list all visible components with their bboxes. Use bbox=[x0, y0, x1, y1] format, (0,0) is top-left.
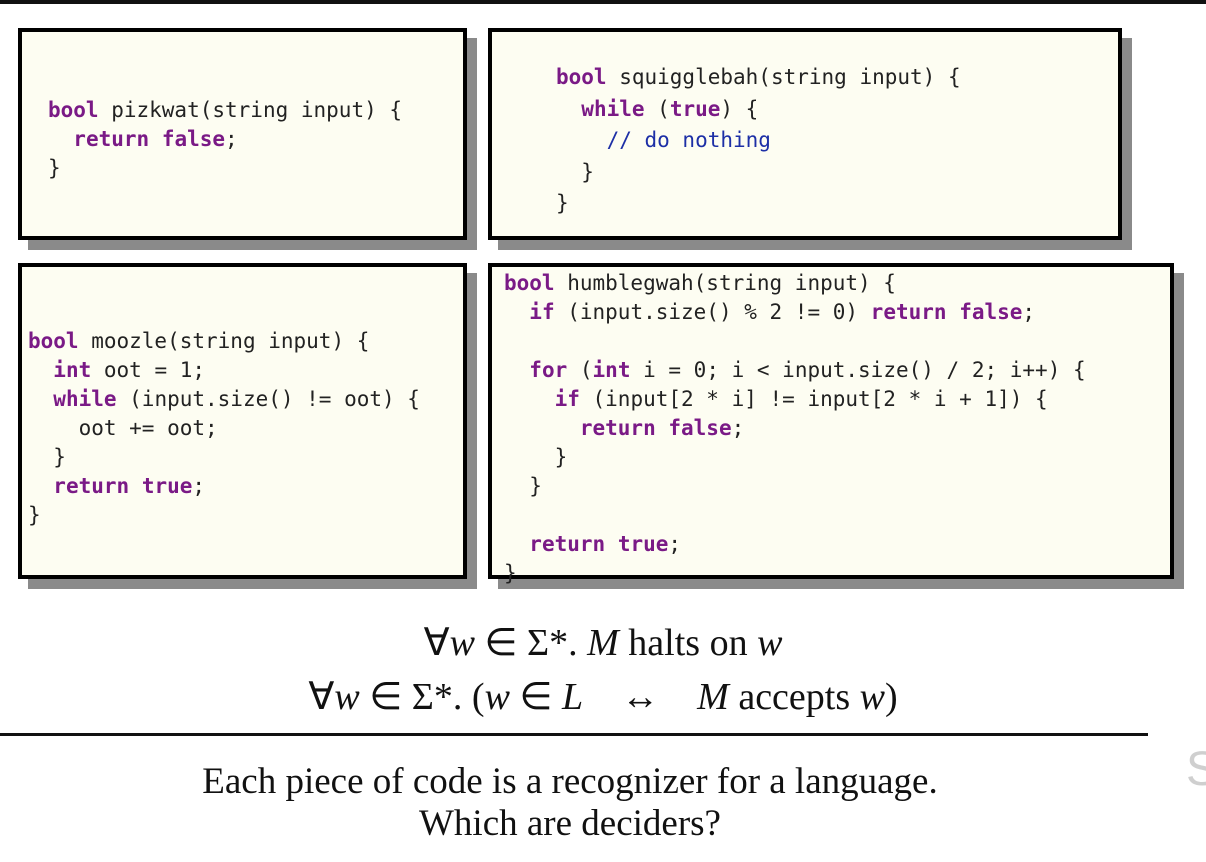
code-text: } bbox=[556, 159, 594, 184]
code-keyword: return bbox=[529, 532, 606, 556]
formula-halts: ∀w ∈ Σ*. M halts on w bbox=[0, 620, 1206, 665]
code-keyword: return bbox=[73, 127, 150, 151]
code-keyword: false bbox=[959, 300, 1023, 324]
code-text: } bbox=[556, 191, 569, 215]
math-variable: M bbox=[697, 676, 729, 718]
code-text: ( bbox=[567, 358, 593, 382]
math-text: halts on bbox=[618, 622, 758, 664]
code-box-moozle: bool moozle(string input) { int oot = 1;… bbox=[18, 263, 467, 579]
code-squigglebah: bool squigglebah(string input) { while (… bbox=[556, 62, 961, 220]
code-text: i = 0; i < input.size() / 2; i++) { bbox=[630, 358, 1086, 382]
math-variable: w bbox=[334, 676, 360, 718]
code-keyword: bool bbox=[28, 329, 79, 353]
code-keyword: return bbox=[53, 474, 130, 498]
code-box-pizkwat: bool pizkwat(string input) { return fals… bbox=[18, 28, 467, 240]
code-keyword: return bbox=[870, 300, 947, 324]
code-keyword: bool bbox=[504, 271, 555, 295]
math-variable: w bbox=[859, 676, 885, 718]
code-text: ( bbox=[644, 96, 670, 121]
code-text: } bbox=[28, 503, 41, 527]
math-text: ) bbox=[885, 676, 898, 718]
math-text: ∈ Σ*. ( bbox=[359, 676, 485, 718]
code-text: (input.size() % 2 != 0) bbox=[554, 300, 871, 324]
code-box-squigglebah: bool squigglebah(string input) { while (… bbox=[488, 28, 1122, 240]
math-text: ∈ Σ*. bbox=[474, 622, 588, 664]
math-variable: M bbox=[587, 622, 619, 664]
code-text: } bbox=[28, 445, 66, 469]
code-text: (input.size() != oot) { bbox=[116, 387, 420, 411]
code-text: } bbox=[48, 156, 61, 180]
math-variable: L bbox=[562, 676, 584, 718]
code-comment: // do nothing bbox=[606, 128, 771, 152]
math-text: accepts bbox=[728, 676, 860, 718]
code-text: ; bbox=[1022, 300, 1036, 324]
math-text: ∈ bbox=[509, 676, 563, 718]
code-keyword: true bbox=[617, 532, 669, 556]
code-keyword: true bbox=[141, 474, 193, 498]
code-keyword: bool bbox=[48, 98, 99, 122]
code-text: pizkwat(string input) { bbox=[98, 98, 403, 122]
code-text: oot = 1; bbox=[91, 358, 206, 382]
code-text: moozle(string input) { bbox=[78, 329, 370, 353]
math-text: ↔ bbox=[583, 676, 698, 718]
code-text: ; bbox=[225, 127, 238, 151]
top-border-line bbox=[0, 0, 1206, 4]
math-text: ∀ bbox=[308, 676, 335, 718]
math-variable: w bbox=[757, 622, 783, 664]
code-text: (input[2 * i] != input[2 * i + 1]) { bbox=[579, 387, 1048, 411]
code-keyword: false bbox=[161, 127, 226, 151]
code-text: ; bbox=[668, 532, 682, 556]
caption-line-1: Each piece of code is a recognizer for a… bbox=[202, 761, 938, 802]
code-keyword: if bbox=[554, 387, 580, 411]
code-moozle: bool moozle(string input) { int oot = 1;… bbox=[28, 327, 420, 530]
code-keyword: false bbox=[668, 416, 732, 440]
code-pizkwat: bool pizkwat(string input) { return fals… bbox=[48, 96, 402, 183]
caption-line-2: Which are deciders? bbox=[419, 803, 721, 844]
edge-letter: S bbox=[1186, 743, 1206, 796]
code-keyword: int bbox=[53, 358, 92, 382]
code-keyword: if bbox=[529, 300, 555, 324]
horizontal-rule bbox=[0, 733, 1148, 736]
code-text: } bbox=[504, 445, 568, 469]
code-text: } bbox=[504, 474, 542, 498]
math-text: ∀ bbox=[423, 622, 450, 664]
code-text: ; bbox=[731, 416, 745, 440]
code-box-humblegwah: bool humblegwah(string input) { if (inpu… bbox=[488, 263, 1174, 585]
formula-accepts: ∀w ∈ Σ*. (w ∈ L ↔ M accepts w) bbox=[0, 674, 1206, 719]
code-keyword: while bbox=[581, 96, 645, 121]
code-humblegwah: bool humblegwah(string input) { if (inpu… bbox=[504, 269, 1086, 588]
code-text: ; bbox=[192, 474, 206, 498]
code-text: squigglebah(string input) { bbox=[606, 65, 961, 89]
code-text: humblegwah(string input) { bbox=[554, 271, 896, 295]
code-keyword: for bbox=[529, 358, 568, 382]
code-text: ) { bbox=[720, 96, 759, 121]
math-variable: w bbox=[449, 622, 475, 664]
code-text: oot += oot; bbox=[28, 416, 218, 440]
code-keyword: return bbox=[579, 416, 656, 440]
math-variable: w bbox=[484, 676, 510, 718]
code-keyword: bool bbox=[556, 65, 607, 89]
code-keyword: while bbox=[53, 387, 117, 411]
code-keyword: int bbox=[592, 358, 631, 382]
code-keyword: true bbox=[669, 96, 721, 121]
code-text: } bbox=[504, 561, 517, 585]
